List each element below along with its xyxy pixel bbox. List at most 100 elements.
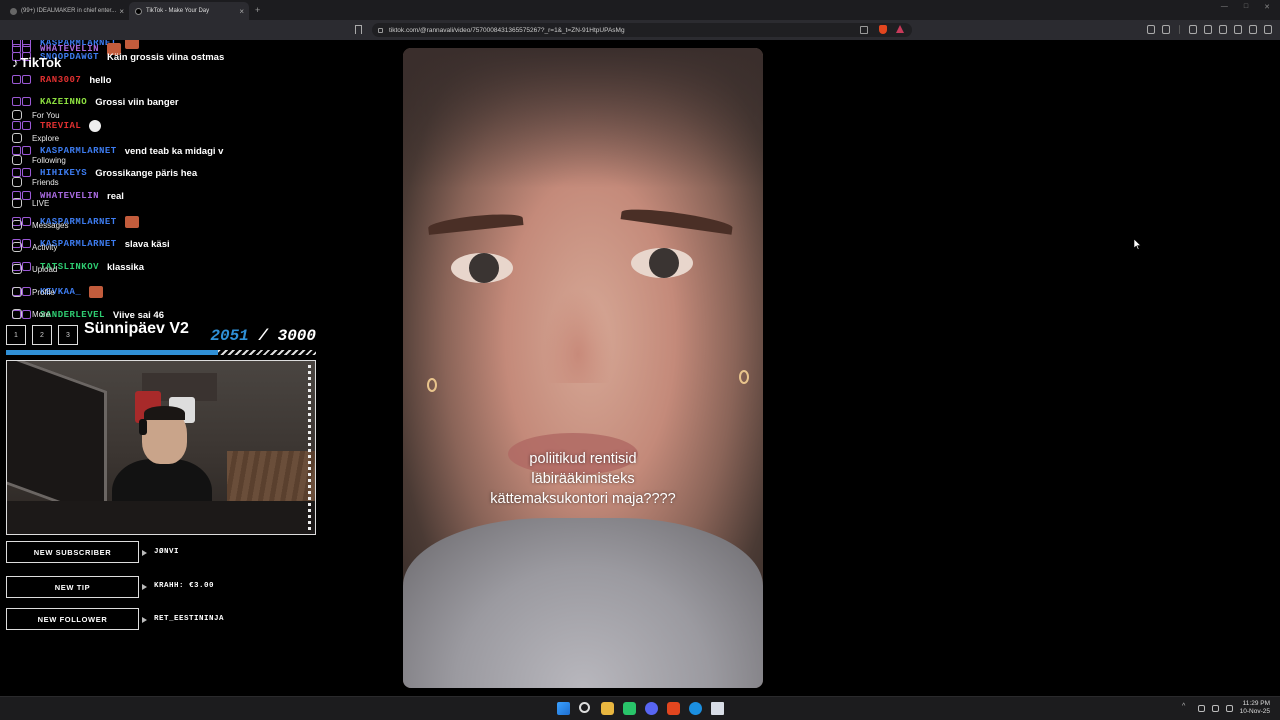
chat-username[interactable]: KAZEINNO [40,97,87,107]
microphone-icon[interactable] [1198,705,1205,712]
calculator-icon[interactable] [711,702,724,715]
goal-progress-fill [6,350,218,355]
brave-rewards-icon[interactable] [896,25,904,33]
chat-emote-icon [89,286,104,298]
explore-icon [12,133,22,143]
search-icon[interactable] [579,702,590,713]
tiktok-nav-activity[interactable]: Activity [12,242,57,252]
chat-message-text: vend teab ka midagi v [124,145,224,157]
friends-icon [12,177,22,187]
dice-icon: 1 [6,325,26,345]
tiktok-nav-following[interactable]: Following [12,155,66,165]
tab-idealmaker[interactable]: (99+) IDEALMAKER in chief enter... × [4,2,129,20]
tab-manager-icon[interactable] [1219,25,1227,34]
window-controls: — □ ✕ [1221,3,1270,11]
vpn-icon[interactable] [1249,25,1257,34]
tiktok-nav-for-you[interactable]: For You [12,110,60,120]
chat-message: KAZEINNO Grossi viin banger [12,93,179,111]
video-iris-right [649,248,679,278]
url-field[interactable]: tiktok.com/@rannavali/video/757000843136… [372,23,912,37]
video-earring-right [739,370,749,384]
tiktok-nav-more[interactable]: More [12,309,50,319]
tiktok-nav-friends[interactable]: Friends [12,177,59,187]
chat-badge-icon [12,75,36,85]
chat-message-text: real [107,190,124,202]
site-info-icon[interactable] [378,27,383,33]
live-icon [12,198,22,208]
chat-emote-icon [124,216,139,228]
webcam-frame-edge [308,365,311,530]
caption-line: kättemaksukontori maja???? [490,491,676,507]
steam-icon[interactable] [689,702,702,715]
tiktok-nav-upload[interactable]: Upload [12,264,57,274]
tab-title: TikTok - Make Your Day [146,8,210,14]
bookmark-icon[interactable] [355,25,362,34]
new-subscriber-label: NEW SUBSCRIBER [6,541,139,563]
windows-taskbar: ^ 11:29 PM 10-Nov-25 [0,696,1280,720]
minimize-icon[interactable]: — [1221,3,1228,11]
tray-overflow-icon[interactable]: ^ [1182,703,1189,710]
headset-icon [139,419,147,435]
chat-message-text: Grossikange päris hea [95,167,198,179]
home-icon [12,110,22,120]
tiktok-nav-label: Following [32,155,66,165]
messages-icon [12,220,22,230]
tiktok-nav-label: For You [32,110,60,120]
goal-count: 2051 / 3000 [210,327,316,345]
twitch-favicon-icon [10,7,17,15]
file-explorer-icon[interactable] [601,702,614,715]
menu-icon[interactable] [1264,25,1272,34]
video-nose [543,288,613,383]
app-green-icon[interactable] [623,702,636,715]
volume-icon[interactable] [1226,705,1233,712]
tiktok-video-player[interactable]: poliitikud rentisid läbirääkimisteks kät… [403,48,763,688]
tiktok-nav-label: Friends [32,177,59,187]
tiktok-logo[interactable]: ♪ TikTok [12,55,61,70]
toolbar-divider [1179,25,1180,34]
tiktok-logo-text: TikTok [20,55,62,70]
webcam-desk [7,501,315,534]
chat-message: RAN3007 hello [12,71,111,89]
goal-current: 2051 [210,327,249,345]
goal-progress-track [6,350,316,355]
tiktok-nav-messages[interactable]: Messages [12,220,68,230]
sidebar-icon[interactable] [1204,25,1212,34]
video-iris-left [469,253,499,283]
taskbar-clock[interactable]: 11:29 PM 10-Nov-25 [1240,700,1270,716]
brave-shield-icon[interactable] [879,25,887,34]
url-text: tiktok.com/@rannavali/video/757000843136… [389,26,625,34]
screenshot-icon[interactable] [1162,25,1170,34]
close-window-icon[interactable]: ✕ [1264,3,1270,11]
new-tab-button[interactable]: + [255,5,260,15]
tiktok-nav-explore[interactable]: Explore [12,133,59,143]
chat-username[interactable]: TREVIAL [40,121,81,131]
clock-date: 10-Nov-25 [1239,708,1270,715]
following-icon [12,155,22,165]
brave-browser-icon[interactable] [667,702,680,715]
discord-icon[interactable] [645,702,658,715]
chat-message-text: Käin grossis viina ostmas [107,51,225,63]
leo-icon[interactable] [1234,25,1242,34]
windows-start-icon[interactable] [557,702,570,715]
chat-badge-icon [12,97,36,107]
arrow-icon [142,584,147,590]
media-icon[interactable] [1189,25,1197,34]
chat-username[interactable]: RAN3007 [40,75,81,85]
tab-tiktok[interactable]: TikTok - Make Your Day × [129,2,249,20]
close-icon[interactable]: × [239,7,244,16]
new-follower-label: NEW FOLLOWER [6,608,139,630]
tiktok-nav-profile[interactable]: Profile [12,287,55,297]
tiktok-nav-live[interactable]: LIVE [12,198,49,208]
tiktok-nav-label: More [32,309,51,319]
extensions-icon[interactable] [1147,25,1155,34]
clock-time: 11:29 PM [1242,700,1270,707]
new-follower-value: RET_EESTININJA [154,615,225,623]
goal-separator: / [258,327,268,345]
network-icon[interactable] [1212,705,1219,712]
goal-title: Sünnipäev V2 [84,320,189,337]
video-caption: poliitikud rentisid läbirääkimisteks kät… [403,449,763,509]
close-icon[interactable]: × [119,7,124,16]
maximize-icon[interactable]: □ [1244,3,1248,11]
share-icon[interactable] [860,26,868,34]
arrow-icon [142,617,147,623]
